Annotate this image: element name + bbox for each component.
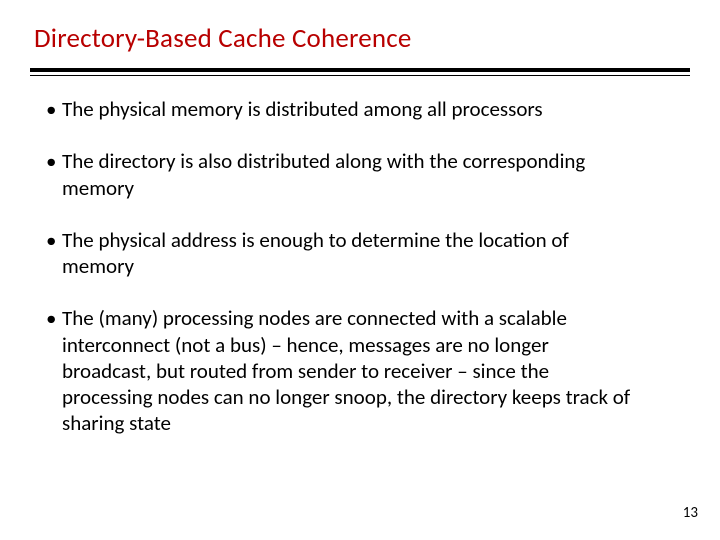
bullet-item: • The (many) processing nodes are connec…	[46, 305, 640, 436]
bullet-item: • The physical memory is distributed amo…	[46, 96, 640, 122]
title-rule-thick	[30, 68, 690, 72]
bullet-text: The (many) processing nodes are connecte…	[62, 305, 640, 436]
slide-title: Directory-Based Cache Coherence	[34, 22, 412, 55]
page-number: 13	[683, 504, 698, 522]
slide-body: • The physical memory is distributed amo…	[46, 96, 640, 437]
bullet-text: The directory is also distributed along …	[62, 148, 640, 201]
bullet-glyph: •	[46, 96, 62, 122]
bullet-glyph: •	[46, 227, 62, 280]
title-rule-thin	[30, 75, 690, 76]
bullet-glyph: •	[46, 305, 62, 436]
bullet-item: • The directory is also distributed alon…	[46, 148, 640, 201]
slide: Directory-Based Cache Coherence • The ph…	[0, 0, 720, 540]
bullet-text: The physical address is enough to determ…	[62, 227, 640, 280]
bullet-item: • The physical address is enough to dete…	[46, 227, 640, 280]
bullet-text: The physical memory is distributed among…	[62, 96, 640, 122]
bullet-glyph: •	[46, 148, 62, 201]
